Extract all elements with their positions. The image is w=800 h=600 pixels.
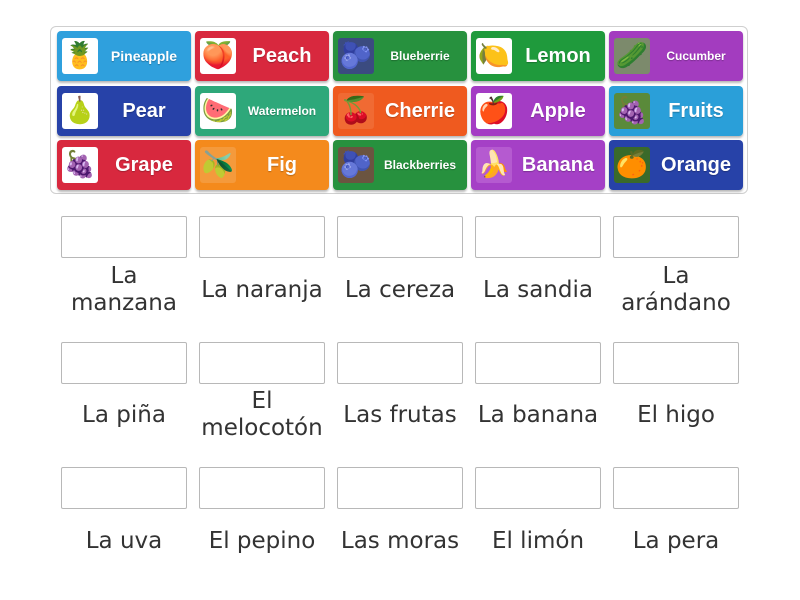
drop-zone[interactable] xyxy=(199,467,325,509)
fruit-tile-label: Fruits xyxy=(668,99,724,122)
spanish-word-label: La pera xyxy=(632,527,720,554)
spanish-word-label: La cereza xyxy=(344,276,456,303)
cherry-icon-glyph: 🍒 xyxy=(339,96,373,126)
fruit-tile-fig[interactable]: 🫒 Fig xyxy=(195,140,329,190)
drop-zone[interactable] xyxy=(61,342,187,384)
drop-zone[interactable] xyxy=(337,467,463,509)
fruit-tile-lemon[interactable]: 🍋 Lemon xyxy=(471,31,605,81)
spanish-word-label: El pepino xyxy=(208,527,316,554)
pear-icon: 🍐 xyxy=(62,93,98,129)
blackberry-icon-glyph: 🫐 xyxy=(339,150,373,180)
spanish-word-label: El melocotón xyxy=(201,388,323,441)
grape-icon-glyph: 🍇 xyxy=(63,150,97,180)
drop-zone[interactable] xyxy=(337,342,463,384)
cucumber-icon-glyph: 🥒 xyxy=(615,41,649,71)
drop-zone[interactable] xyxy=(337,216,463,258)
blueberry-icon: 🫐 xyxy=(338,38,374,74)
fruit-tile-label: Apple xyxy=(530,99,586,122)
fruit-tile-pineapple[interactable]: 🍍 Pineapple xyxy=(57,31,191,81)
spanish-word-label: La sandia xyxy=(483,276,593,303)
spanish-word-label: La arándano xyxy=(621,263,731,316)
fruit-tile-fruits[interactable]: 🍇 Fruits xyxy=(609,86,743,136)
blueberry-icon-glyph: 🫐 xyxy=(339,41,373,71)
fruit-tile-label: Cherrie xyxy=(384,99,456,122)
banana-icon-glyph: 🍌 xyxy=(477,150,511,180)
lemon-icon-glyph: 🍋 xyxy=(477,41,511,71)
lemon-icon: 🍋 xyxy=(476,38,512,74)
grape-icon: 🍇 xyxy=(62,147,98,183)
fruit-tile-label: Watermelon xyxy=(247,104,317,118)
drop-zone[interactable] xyxy=(613,467,739,509)
fruit-tile-watermelon[interactable]: 🍉 Watermelon xyxy=(195,86,329,136)
blackberry-icon: 🫐 xyxy=(338,147,374,183)
banana-icon: 🍌 xyxy=(476,147,512,183)
fig-icon-glyph: 🫒 xyxy=(201,150,235,180)
spanish-word-label: El higo xyxy=(637,401,715,428)
fruit-tile-blackberries[interactable]: 🫐 Blackberries xyxy=(333,140,467,190)
drop-zone[interactable] xyxy=(613,342,739,384)
peach-icon-glyph: 🍑 xyxy=(201,41,235,71)
drop-zone[interactable] xyxy=(613,216,739,258)
watermelon-icon: 🍉 xyxy=(200,93,236,129)
fruit-tile-blueberrie[interactable]: 🫐 Blueberrie xyxy=(333,31,467,81)
drop-zone[interactable] xyxy=(61,467,187,509)
fig-icon: 🫒 xyxy=(200,147,236,183)
spanish-word-label: El limón xyxy=(491,527,585,554)
spanish-word-label: La banana xyxy=(477,401,599,428)
apple-icon: 🍎 xyxy=(476,93,512,129)
fruit-tile-label: Cucumber xyxy=(666,49,726,63)
spanish-word-label: La manzana xyxy=(71,263,177,316)
fruit-tile-apple[interactable]: 🍎 Apple xyxy=(471,86,605,136)
apple-icon-glyph: 🍎 xyxy=(477,96,511,126)
spanish-word-label: La naranja xyxy=(201,276,323,303)
fruit-tile-label: Pear xyxy=(122,99,166,122)
spanish-word-label: Las moras xyxy=(340,527,460,554)
fruit-tile-label: Blueberrie xyxy=(390,49,450,63)
fruit-tile-label: Banana xyxy=(521,153,595,176)
fruit-tile-label: Pineapple xyxy=(110,48,178,64)
fruits-icon: 🍇 xyxy=(614,93,650,129)
orange-icon-glyph: 🍊 xyxy=(615,150,649,180)
drop-zone[interactable] xyxy=(475,467,601,509)
orange-icon: 🍊 xyxy=(614,147,650,183)
spanish-word-label: Las frutas xyxy=(343,401,457,428)
fruit-tile-banana[interactable]: 🍌 Banana xyxy=(471,140,605,190)
watermelon-icon-glyph: 🍉 xyxy=(201,96,235,126)
fruit-tile-label: Peach xyxy=(252,44,312,67)
pineapple-icon: 🍍 xyxy=(62,38,98,74)
fruits-icon-glyph: 🍇 xyxy=(615,96,649,126)
fruit-tile-label: Fig xyxy=(267,153,297,176)
fruit-tile-orange[interactable]: 🍊 Orange xyxy=(609,140,743,190)
spanish-word-label: La piña xyxy=(82,401,166,428)
fruit-tile-label: Orange xyxy=(660,153,732,176)
drop-zone[interactable] xyxy=(199,216,325,258)
fruit-tile-pear[interactable]: 🍐 Pear xyxy=(57,86,191,136)
spanish-word-label: La uva xyxy=(85,527,163,554)
fruit-tile-label: Grape xyxy=(115,153,173,176)
pineapple-icon-glyph: 🍍 xyxy=(63,41,97,71)
cucumber-icon: 🥒 xyxy=(614,38,650,74)
drop-zone[interactable] xyxy=(199,342,325,384)
drop-zone[interactable] xyxy=(475,342,601,384)
fruit-tile-label: Blackberries xyxy=(383,158,457,172)
pear-icon-glyph: 🍐 xyxy=(63,96,97,126)
fruit-tile-label: Lemon xyxy=(525,44,591,67)
fruit-tile-grape[interactable]: 🍇 Grape xyxy=(57,140,191,190)
drop-zone[interactable] xyxy=(61,216,187,258)
fruit-tile-cherrie[interactable]: 🍒 Cherrie xyxy=(333,86,467,136)
fruit-tile-peach[interactable]: 🍑 Peach xyxy=(195,31,329,81)
drop-zone[interactable] xyxy=(475,216,601,258)
cherry-icon: 🍒 xyxy=(338,93,374,129)
peach-icon: 🍑 xyxy=(200,38,236,74)
fruit-tile-cucumber[interactable]: 🥒 Cucumber xyxy=(609,31,743,81)
